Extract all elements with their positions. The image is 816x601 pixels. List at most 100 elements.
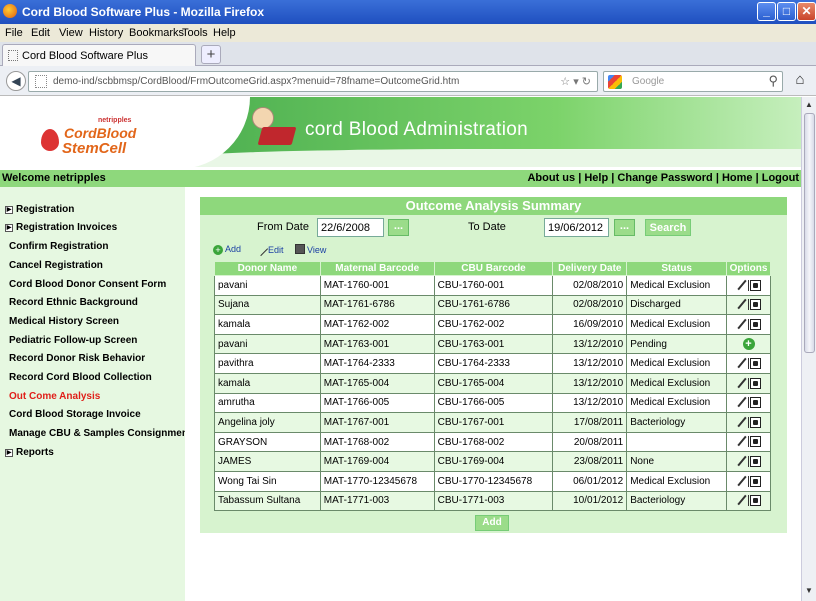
view-row-icon[interactable] xyxy=(750,475,762,487)
edit-link[interactable]: Edit xyxy=(253,241,284,257)
from-date-picker-button[interactable]: ... xyxy=(388,219,409,236)
divider xyxy=(748,318,750,330)
view-row-icon[interactable] xyxy=(750,416,762,428)
edit-row-icon[interactable] xyxy=(736,358,747,369)
view-row-icon[interactable] xyxy=(750,299,762,311)
search-box[interactable]: Google ⚲ xyxy=(603,71,783,92)
link-logout[interactable]: Logout xyxy=(762,172,799,184)
menu-file[interactable]: File xyxy=(5,27,23,39)
sidebar-item-pediatric-followup[interactable]: Pediatric Follow-up Screen xyxy=(9,335,137,346)
edit-row-icon[interactable] xyxy=(736,476,747,487)
view-row-icon[interactable] xyxy=(750,279,762,291)
url-bar[interactable]: demo-ind/scbbmsp/CordBlood/FrmOutcomeGri… xyxy=(28,71,598,92)
site-logo[interactable]: netripples CordBlood StemCell xyxy=(38,117,148,165)
scroll-down-icon[interactable]: ▼ xyxy=(803,586,815,598)
cell-status: Medical Exclusion xyxy=(626,275,728,296)
edit-row-icon[interactable] xyxy=(736,397,747,408)
sidebar-item-ethnic-background[interactable]: Record Ethnic Background xyxy=(9,297,138,308)
col-delivery-date[interactable]: Delivery Date xyxy=(552,261,628,276)
search-button[interactable]: Search xyxy=(645,219,691,236)
cell-options xyxy=(726,372,771,394)
cell-status: Bacteriology xyxy=(626,490,728,512)
welcome-bar: Welcome netripples About us | Help | Cha… xyxy=(0,170,801,187)
edit-row-icon[interactable] xyxy=(736,456,747,467)
edit-row-icon[interactable] xyxy=(736,280,747,291)
col-donor-name[interactable]: Donor Name xyxy=(214,261,321,276)
link-about-us[interactable]: About us xyxy=(527,172,575,184)
cell-delivery-date: 13/12/2010 xyxy=(552,372,628,394)
scroll-up-icon[interactable]: ▲ xyxy=(803,100,815,112)
cell-maternal-barcode: MAT-1768-002 xyxy=(319,431,435,453)
sidebar-item-cord-blood-collection[interactable]: Record Cord Blood Collection xyxy=(9,372,152,383)
add-link[interactable]: + Add xyxy=(213,244,241,255)
close-button[interactable]: ✕ xyxy=(797,2,816,21)
view-row-icon[interactable] xyxy=(750,377,762,389)
pencil-icon xyxy=(253,241,269,257)
edit-row-icon[interactable] xyxy=(736,417,747,428)
edit-row-icon[interactable] xyxy=(736,299,747,310)
col-status[interactable]: Status xyxy=(626,261,728,276)
edit-row-icon[interactable] xyxy=(736,319,747,330)
minimize-button[interactable]: _ xyxy=(757,2,776,21)
cell-delivery-date: 16/09/2010 xyxy=(552,314,628,335)
cell-maternal-barcode: MAT-1763-001 xyxy=(319,333,435,355)
cell-delivery-date: 20/08/2011 xyxy=(552,431,628,453)
maximize-button[interactable]: □ xyxy=(777,2,796,21)
edit-row-icon[interactable] xyxy=(736,436,747,447)
view-row-icon[interactable] xyxy=(750,495,762,507)
from-date-input[interactable] xyxy=(317,218,384,237)
menu-view[interactable]: View xyxy=(59,27,83,39)
sidebar-item-storage-invoice[interactable]: Cord Blood Storage Invoice xyxy=(9,409,141,420)
add-outcome-icon[interactable]: + xyxy=(742,338,755,351)
view-row-icon[interactable] xyxy=(750,397,762,409)
view-row-icon[interactable] xyxy=(750,456,762,468)
menu-help[interactable]: Help xyxy=(213,27,236,39)
search-icon[interactable]: ⚲ xyxy=(768,73,778,89)
menu-history[interactable]: History xyxy=(89,27,123,39)
view-row-icon[interactable] xyxy=(750,436,762,448)
sidebar-item-registration-invoices[interactable]: ▶ Registration Invoices xyxy=(5,222,117,233)
page-title: cord Blood Administration xyxy=(305,119,528,140)
sidebar-item-donor-risk[interactable]: Record Donor Risk Behavior xyxy=(9,353,145,364)
table-row: Tabassum Sultana MAT-1771-003 CBU-1771-003… xyxy=(214,490,771,512)
table-row: pavithra MAT-1764-2333 CBU-1764-2333 13/12/… xyxy=(214,353,771,374)
table-row: pavani MAT-1763-001 CBU-1763-001 13/12/2010… xyxy=(214,333,771,355)
sidebar-item-confirm-registration[interactable]: Confirm Registration xyxy=(9,241,108,252)
back-button[interactable]: ◀ xyxy=(6,71,26,91)
link-home[interactable]: Home xyxy=(722,172,753,184)
cell-cbu-barcode: CBU-1770-12345678 xyxy=(433,470,554,492)
action-links: + Add Edit View xyxy=(200,239,787,259)
cell-options xyxy=(726,451,771,472)
edit-row-icon[interactable] xyxy=(736,495,747,506)
scroll-thumb[interactable] xyxy=(804,113,815,353)
outcome-grid: Donor Name Maternal Barcode CBU Barcode … xyxy=(214,261,771,512)
view-link[interactable]: View xyxy=(295,244,326,255)
new-tab-button[interactable]: + xyxy=(201,45,221,64)
col-cbu-barcode[interactable]: CBU Barcode xyxy=(433,261,554,276)
view-row-icon[interactable] xyxy=(750,358,762,370)
sidebar-item-outcome-analysis[interactable]: Out Come Analysis xyxy=(9,391,100,402)
browser-tab[interactable]: Cord Blood Software Plus xyxy=(2,44,196,66)
vertical-scrollbar[interactable]: ▲ ▼ xyxy=(801,97,816,601)
site-identity-icon xyxy=(35,75,47,88)
menu-tools[interactable]: Tools xyxy=(182,27,208,39)
home-icon[interactable]: ⌂ xyxy=(790,71,810,91)
sidebar-item-reports[interactable]: ▶ Reports xyxy=(5,447,54,458)
link-change-password[interactable]: Change Password xyxy=(617,172,712,184)
menu-edit[interactable]: Edit xyxy=(31,27,50,39)
page-icon xyxy=(8,50,18,61)
to-date-input[interactable] xyxy=(544,218,609,237)
menu-bookmarks[interactable]: Bookmarks xyxy=(129,27,184,39)
sidebar-item-manage-cbu[interactable]: Manage CBU & Samples Consignment xyxy=(9,428,191,439)
bookmark-star-icon[interactable]: ☆ ▾ ↻ xyxy=(560,75,591,88)
view-row-icon[interactable] xyxy=(750,318,762,330)
sidebar-item-registration[interactable]: ▶ Registration xyxy=(5,204,74,215)
sidebar-item-donor-consent[interactable]: Cord Blood Donor Consent Form xyxy=(9,279,166,290)
link-help[interactable]: Help xyxy=(584,172,608,184)
edit-row-icon[interactable] xyxy=(736,378,747,389)
to-date-picker-button[interactable]: ... xyxy=(614,219,635,236)
sidebar-item-cancel-registration[interactable]: Cancel Registration xyxy=(9,260,103,271)
sidebar-item-medical-history[interactable]: Medical History Screen xyxy=(9,316,119,327)
col-maternal-barcode[interactable]: Maternal Barcode xyxy=(319,261,435,276)
add-button[interactable]: Add xyxy=(475,515,509,531)
